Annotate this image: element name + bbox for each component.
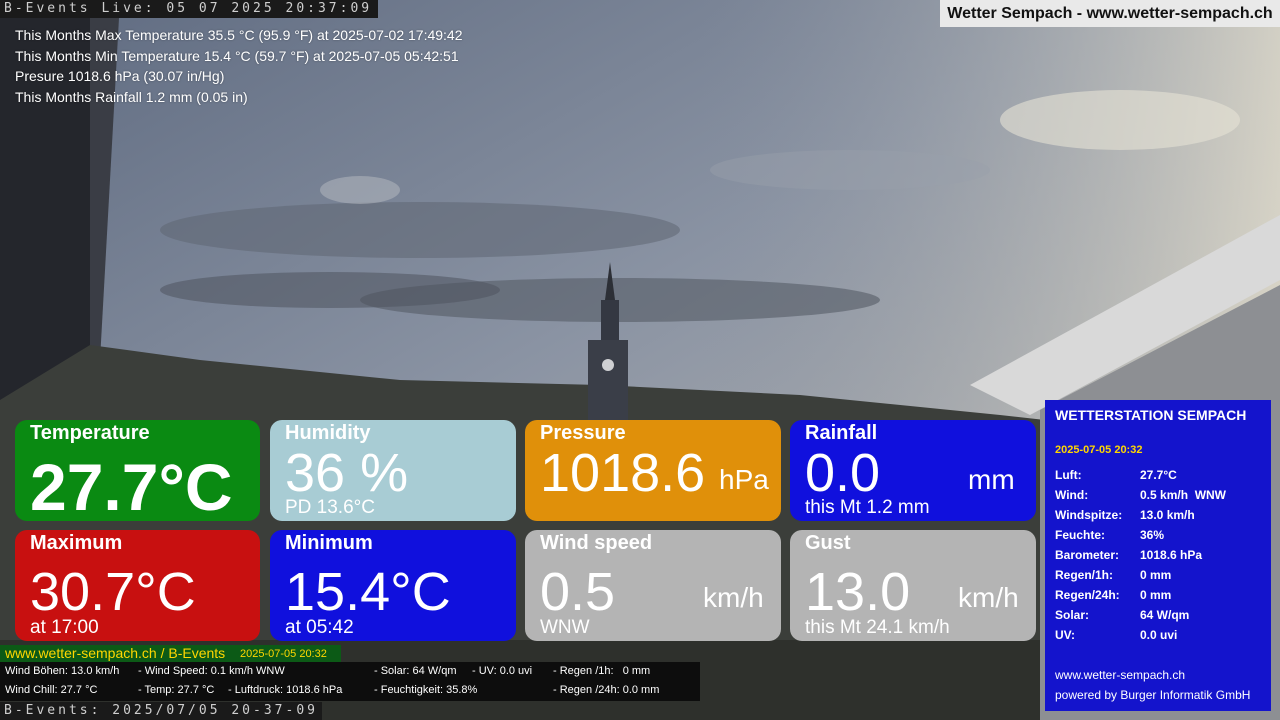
camera-footer-timestamp: B-Events: 2025/07/05 20-37-09	[0, 702, 322, 720]
humidity-tile: Humidity 36 % PD 13.6°C	[270, 420, 516, 521]
tile-title: Rainfall	[805, 422, 878, 444]
row-label: Luft:	[1055, 468, 1082, 482]
wind-speed-tile: Wind speed 0.5 km/h WNW	[525, 530, 781, 641]
sidebar-row-regen-1h: Regen/1h: 0 mm	[1055, 565, 1271, 585]
wind-direction: WNW	[540, 617, 590, 638]
ticker-panel: Wind Böhen: 13.0 km/h - Wind Speed: 0.1 …	[0, 662, 700, 701]
gust-unit: km/h	[958, 582, 1019, 613]
sidebar-row-solar: Solar: 64 W/qm	[1055, 605, 1271, 625]
maximum-value: 30.7°C	[30, 562, 196, 622]
row-label: Wind:	[1055, 488, 1089, 502]
sidebar-date: 2025-07-05 20:32	[1055, 444, 1143, 456]
ticker-humidity: - Feuchtigkeit: 35.8%	[374, 684, 478, 696]
row-value: 27.7°C	[1140, 468, 1177, 482]
row-value: 1018.6 hPa	[1140, 548, 1203, 562]
rainfall-tile: Rainfall 0.0 mm this Mt 1.2 mm	[790, 420, 1036, 521]
tile-title: Wind speed	[540, 532, 653, 554]
sidebar-powered-by: powered by Burger Informatik GmbH	[1055, 688, 1251, 702]
tile-title: Gust	[805, 532, 851, 554]
ticker-rain-1h: - Regen /1h: 0 mm	[553, 665, 651, 677]
stat-min-temperature: This Months Min Temperature 15.4 °C (59.…	[15, 47, 459, 64]
tile-title: Minimum	[285, 532, 373, 554]
sidebar-row-windspitze: Windspitze: 13.0 km/h	[1055, 505, 1271, 525]
rainfall-value: 0.0	[805, 443, 881, 503]
sidebar-website: www.wetter-sempach.ch	[1055, 668, 1186, 682]
gust-value: 13.0	[805, 562, 911, 622]
sidebar-title: WETTERSTATION SEMPACH	[1055, 407, 1247, 423]
tile-title: Humidity	[285, 422, 371, 444]
ticker-site: www.wetter-sempach.ch / B-Events	[5, 645, 226, 661]
maximum-time: at 17:00	[30, 617, 99, 638]
sidebar-row-feuchte: Feuchte: 36%	[1055, 525, 1271, 545]
ticker-header: www.wetter-sempach.ch / B-Events 2025-07…	[0, 645, 341, 662]
row-label: UV:	[1055, 628, 1076, 642]
ticker-solar: - Solar: 64 W/qm	[374, 665, 457, 677]
row-label: Barometer:	[1055, 548, 1120, 562]
dew-point: PD 13.6°C	[285, 497, 375, 518]
stat-pressure: Presure 1018.6 hPa (30.07 in/Hg)	[15, 68, 225, 84]
row-value: 13.0 km/h	[1140, 508, 1195, 522]
station-sidebar: WETTERSTATION SEMPACH 2025-07-05 20:32 L…	[1045, 400, 1271, 711]
row-label: Regen/1h:	[1055, 568, 1114, 582]
gust-tile: Gust 13.0 km/h this Mt 24.1 km/h	[790, 530, 1036, 641]
ticker-pressure: - Luftdruck: 1018.6 hPa	[228, 684, 343, 696]
sidebar-row-wind: Wind: 0.5 km/h WNW	[1055, 485, 1271, 505]
ticker-uv: - UV: 0.0 uvi	[472, 665, 533, 677]
row-value: 0.0 uvi	[1140, 628, 1178, 642]
humidity-value: 36 %	[285, 443, 409, 503]
minimum-time: at 05:42	[285, 617, 354, 638]
ticker-wind-speed: - Wind Speed: 0.1 km/h WNW	[138, 665, 285, 677]
rainfall-month: this Mt 1.2 mm	[805, 497, 930, 518]
site-banner: Wetter Sempach - www.wetter-sempach.ch	[940, 0, 1280, 27]
minimum-value: 15.4°C	[285, 562, 451, 622]
row-label: Regen/24h:	[1055, 588, 1120, 602]
tile-title: Pressure	[540, 422, 626, 444]
gust-month: this Mt 24.1 km/h	[805, 617, 950, 638]
pressure-tile: Pressure 1018.6 hPa	[525, 420, 781, 521]
ticker-temp: - Temp: 27.7 °C	[138, 684, 215, 696]
pressure-unit: hPa	[719, 464, 769, 495]
stat-max-temperature: This Months Max Temperature 35.5 °C (95.…	[15, 27, 463, 43]
rainfall-unit: mm	[968, 464, 1015, 495]
temperature-value: 27.7°C	[30, 450, 233, 521]
row-value: 0 mm	[1140, 568, 1172, 582]
ticker-datetime: 2025-07-05 20:32	[240, 648, 327, 660]
row-label: Windspitze:	[1055, 508, 1123, 522]
row-value: 36%	[1140, 528, 1165, 542]
wind-speed-value: 0.5	[540, 562, 616, 622]
stat-rainfall: This Months Rainfall 1.2 mm (0.05 in)	[15, 88, 248, 105]
ticker-wind-chill: Wind Chill: 27.7 °C	[5, 684, 98, 696]
sidebar-row-regen-24h: Regen/24h: 0 mm	[1055, 585, 1271, 605]
camera-timestamp-overlay: B-Events Live: 05 07 2025 20:37:09	[0, 0, 379, 18]
row-value: 0 mm	[1140, 588, 1172, 602]
tile-title: Maximum	[30, 532, 123, 554]
minimum-tile: Minimum 15.4°C at 05:42	[270, 530, 516, 641]
tile-title: Temperature	[30, 422, 150, 444]
ticker-wind-gust: Wind Böhen: 13.0 km/h	[5, 665, 120, 677]
row-value: 64 W/qm	[1140, 608, 1190, 622]
monthly-stats: This Months Max Temperature 35.5 °C (95.…	[15, 25, 463, 107]
sidebar-row-luft: Luft: 27.7°C	[1055, 465, 1271, 485]
row-label: Feuchte:	[1055, 528, 1106, 542]
ticker-rain-24h: - Regen /24h: 0.0 mm	[553, 684, 660, 696]
sidebar-row-uv: UV: 0.0 uvi	[1055, 625, 1271, 645]
sidebar-row-barometer: Barometer: 1018.6 hPa	[1055, 545, 1271, 565]
maximum-tile: Maximum 30.7°C at 17:00	[15, 530, 260, 641]
wind-speed-unit: km/h	[703, 582, 764, 613]
row-label: Solar:	[1055, 608, 1090, 622]
temperature-tile: Temperature 27.7°C	[15, 420, 260, 521]
row-value: 0.5 km/h WNW	[1140, 488, 1227, 502]
pressure-value: 1018.6	[540, 443, 706, 503]
